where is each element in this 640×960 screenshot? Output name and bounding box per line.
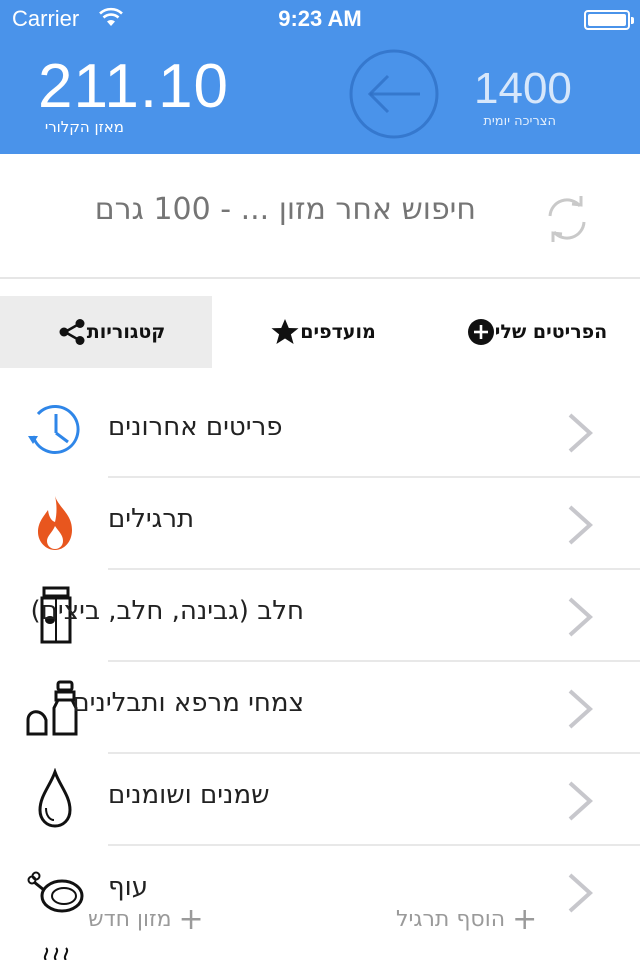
- oil-drop-icon: [38, 768, 72, 828]
- category-label: פריטים אחרונים: [108, 412, 283, 442]
- recent-clock-icon: [28, 404, 80, 454]
- add-exercise-button[interactable]: + הוסף תרגיל: [396, 902, 537, 937]
- plus-icon: +: [512, 902, 538, 937]
- add-food-label: מזון חדש: [88, 907, 172, 932]
- tab-label: קטגוריות: [86, 321, 166, 343]
- search-bar: [0, 154, 640, 279]
- category-tabs: קטגוריות מועדפים הפריטים שלי: [0, 296, 640, 368]
- food-search-input[interactable]: [36, 192, 476, 227]
- chevron-right-icon: [568, 413, 593, 453]
- daily-intake-value: 1400: [474, 64, 572, 113]
- header-bar: Carrier 9:23 AM 211.10 מאזן הקלורי 1400 …: [0, 0, 640, 154]
- chevron-right-icon: [568, 505, 593, 545]
- category-label: תרגילים: [108, 504, 195, 534]
- refresh-icon[interactable]: [540, 192, 594, 246]
- chevron-right-icon: [568, 597, 593, 637]
- list-item-exercises[interactable]: תרגילים: [0, 478, 640, 570]
- bottom-actions: + מזון חדש + הוסף תרגיל: [0, 890, 640, 940]
- list-item-recent[interactable]: פריטים אחרונים: [0, 386, 640, 478]
- list-item-dairy[interactable]: חלב (גבינה, חלב, ביצים): [0, 570, 640, 662]
- battery-icon: [584, 10, 634, 30]
- star-icon: [271, 319, 299, 344]
- back-arrow-icon[interactable]: [348, 48, 440, 140]
- tab-categories[interactable]: קטגוריות: [0, 296, 212, 368]
- tab-label: מועדפים: [300, 321, 376, 343]
- add-exercise-label: הוסף תרגיל: [396, 907, 506, 932]
- list-item-herbs-spices[interactable]: צמחי מרפא ותבלינים: [0, 662, 640, 754]
- category-label: חלב (גבינה, חלב, ביצים): [30, 596, 305, 626]
- flame-icon: [38, 496, 72, 550]
- chevron-right-icon: [568, 781, 593, 821]
- status-bar: Carrier 9:23 AM: [0, 0, 640, 40]
- calorie-balance-label: מאזן הקלורי: [44, 118, 124, 136]
- add-food-button[interactable]: + מזון חדש: [88, 902, 204, 937]
- list-item-oils-fats[interactable]: שמנים ושומנים: [0, 754, 640, 846]
- category-label: צמחי מרפא ותבלינים: [72, 688, 304, 718]
- category-label: שמנים ושומנים: [108, 780, 270, 810]
- steam-icon: [43, 947, 69, 960]
- status-time: 9:23 AM: [278, 6, 362, 31]
- daily-intake-label: הצריכה יומית: [483, 114, 556, 129]
- tab-my-items[interactable]: הפריטים שלי: [424, 296, 640, 368]
- plus-circle-icon: [467, 319, 494, 345]
- tab-favorites[interactable]: מועדפים: [212, 296, 424, 368]
- calorie-balance-value: 211.10: [38, 52, 230, 121]
- chevron-right-icon: [568, 689, 593, 729]
- tab-label: הפריטים שלי: [494, 321, 608, 343]
- share-icon: [59, 319, 85, 345]
- plus-icon: +: [178, 902, 204, 937]
